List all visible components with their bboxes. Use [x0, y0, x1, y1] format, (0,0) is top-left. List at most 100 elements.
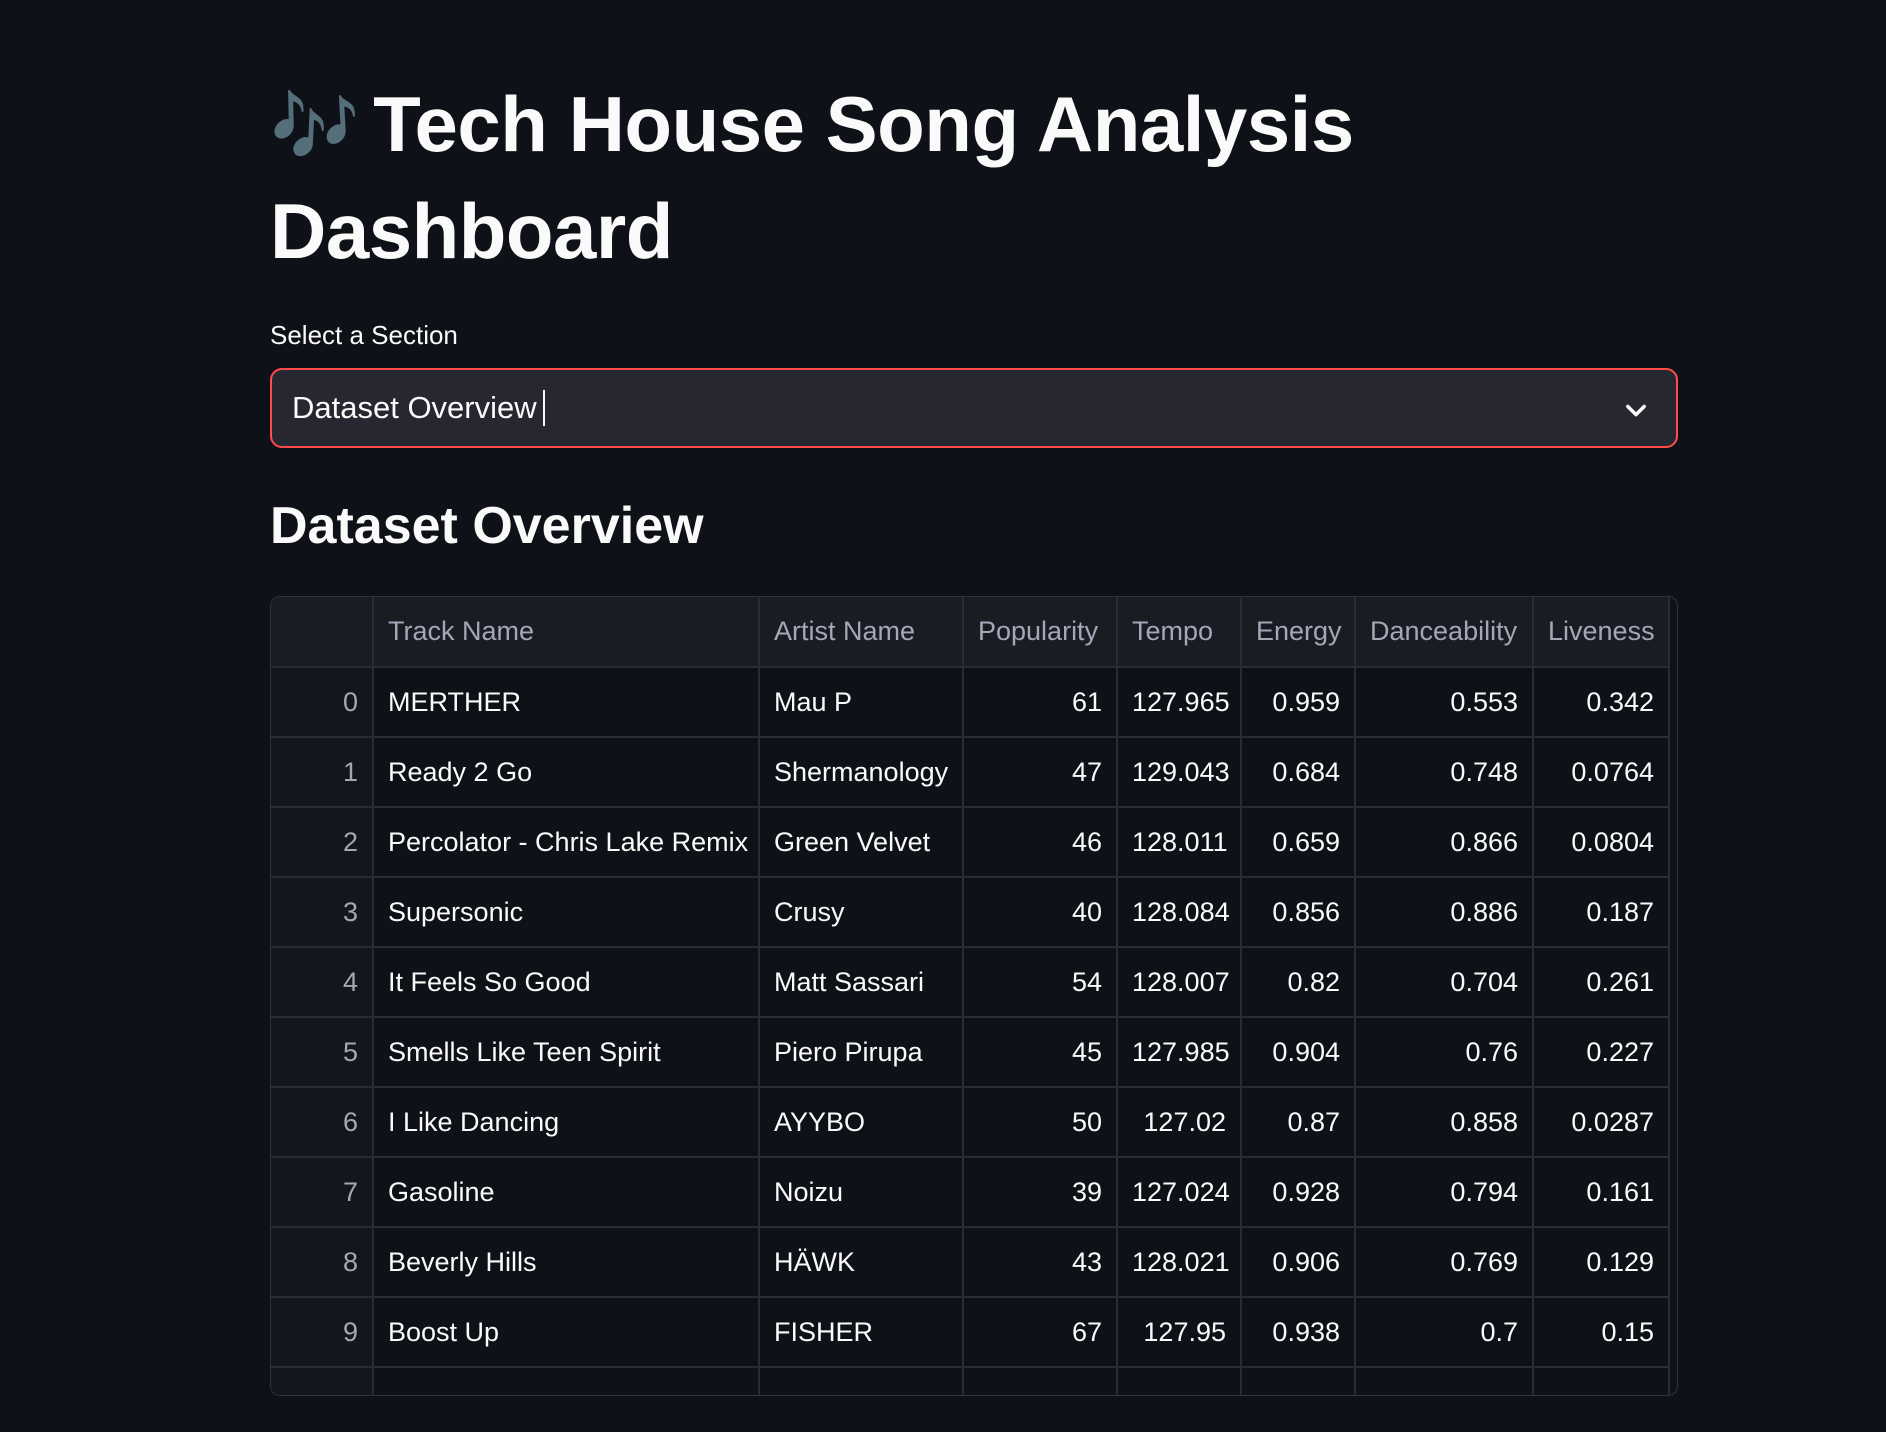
energy-cell[interactable]: 0.906: [1241, 1227, 1356, 1298]
chevron-down-icon[interactable]: [1622, 396, 1650, 424]
popularity-cell[interactable]: 67: [963, 1297, 1118, 1368]
popularity-cell[interactable]: 45: [963, 1017, 1118, 1088]
danceability-cell[interactable]: 0.553: [1355, 667, 1534, 738]
artist-name-cell[interactable]: Crusy: [759, 877, 964, 948]
artist-name-cell[interactable]: AYYBO: [759, 1087, 964, 1158]
popularity-cell[interactable]: 54: [963, 947, 1118, 1018]
danceability-cell[interactable]: 0.794: [1355, 1157, 1534, 1228]
liveness-cell[interactable]: 0.0764: [1533, 737, 1670, 808]
tempo-cell[interactable]: 127.024: [1117, 1157, 1242, 1228]
tempo-cell[interactable]: 128.011: [1117, 807, 1242, 878]
popularity-cell[interactable]: 46: [963, 807, 1118, 878]
table-row[interactable]: 6I Like Dancing AYYBO 50 127.02 0.87 0.858 0.0…: [271, 1087, 1670, 1158]
artist-name-cell[interactable]: Mau P: [759, 667, 964, 738]
row-index-cell[interactable]: 5: [271, 1017, 374, 1088]
dataframe[interactable]: Track Name Artist Name Popularity Tempo …: [270, 596, 1678, 1396]
column-header-popularity[interactable]: Popularity: [963, 597, 1118, 668]
track-name-cell[interactable]: Gasoline: [373, 1157, 760, 1228]
danceability-cell[interactable]: 0.748: [1355, 737, 1534, 808]
artist-name-cell[interactable]: HÄWK: [759, 1227, 964, 1298]
section-select[interactable]: Dataset Overview: [270, 368, 1678, 448]
table-row[interactable]: 7 Gasoline Noizu 39 127.024 0.928 0.794 0.161: [271, 1157, 1670, 1228]
row-index-cell[interactable]: 1: [271, 737, 374, 808]
artist-name-cell[interactable]: FISHER: [759, 1297, 964, 1368]
popularity-cell[interactable]: 50: [963, 1087, 1118, 1158]
column-header-tempo[interactable]: Tempo: [1117, 597, 1242, 668]
danceability-cell[interactable]: 0.886: [1355, 877, 1534, 948]
row-index-cell[interactable]: 0: [271, 667, 374, 738]
table-row[interactable]: 9 Boost Up FISHER 67 127.95 0.938 0.7 0.15: [271, 1297, 1670, 1368]
table-row[interactable]: 2 Percolator - Chris Lake Remix Green Velv…: [271, 807, 1670, 878]
energy-cell[interactable]: 0.856: [1241, 877, 1356, 948]
row-index-cell[interactable]: 3: [271, 877, 374, 948]
table-row[interactable]: 8 Beverly Hills HÄWK 43 128.021 0.906 0.769 0.1…: [271, 1227, 1670, 1298]
track-name-cell[interactable]: Beverly Hills: [373, 1227, 760, 1298]
tempo-cell[interactable]: 128.007: [1117, 947, 1242, 1018]
liveness-cell[interactable]: 0.261: [1533, 947, 1670, 1018]
danceability-cell[interactable]: 0.76: [1355, 1017, 1534, 1088]
table-row[interactable]: 3 Supersonic Crusy 40 128.084 0.856 0.886 0.187: [271, 877, 1670, 948]
column-header-artist-name[interactable]: Artist Name: [759, 597, 964, 668]
liveness-cell[interactable]: 0.342: [1533, 667, 1670, 738]
liveness-cell[interactable]: 0.15: [1533, 1297, 1670, 1368]
table-row[interactable]: 0 MERTHER Mau P 61 127.965 0.959 0.553 0.342: [271, 667, 1670, 738]
energy-cell[interactable]: 0.938: [1241, 1297, 1356, 1368]
column-header-index[interactable]: [271, 597, 374, 668]
energy-cell[interactable]: 0.659: [1241, 807, 1356, 878]
energy-cell[interactable]: 0.904: [1241, 1017, 1356, 1088]
popularity-cell[interactable]: 47: [963, 737, 1118, 808]
energy-cell[interactable]: 0.959: [1241, 667, 1356, 738]
artist-name-cell[interactable]: Green Velvet: [759, 807, 964, 878]
column-header-liveness[interactable]: Liveness: [1533, 597, 1670, 668]
tempo-cell[interactable]: 127.95: [1117, 1297, 1242, 1368]
track-name-cell[interactable]: It Feels So Good: [373, 947, 760, 1018]
liveness-cell[interactable]: 0.161: [1533, 1157, 1670, 1228]
energy-cell[interactable]: 0.87: [1241, 1087, 1356, 1158]
liveness-cell[interactable]: 0.0287: [1533, 1087, 1670, 1158]
danceability-cell[interactable]: 0.704: [1355, 947, 1534, 1018]
tempo-cell[interactable]: 128.021: [1117, 1227, 1242, 1298]
danceability-cell[interactable]: 0.7: [1355, 1297, 1534, 1368]
track-name-cell[interactable]: Boost Up: [373, 1297, 760, 1368]
danceability-cell[interactable]: 0.858: [1355, 1087, 1534, 1158]
row-index-cell[interactable]: 4: [271, 947, 374, 1018]
row-index-cell[interactable]: 9: [271, 1297, 374, 1368]
danceability-cell[interactable]: 0.769: [1355, 1227, 1534, 1298]
artist-name-cell[interactable]: Shermanology: [759, 737, 964, 808]
track-name-cell[interactable]: I Like Dancing: [373, 1087, 760, 1158]
row-index-cell[interactable]: 7: [271, 1157, 374, 1228]
liveness-cell[interactable]: 0.129: [1533, 1227, 1670, 1298]
table-row[interactable]: 1 Ready 2 Go Shermanology 47 129.043 0.684 0.7…: [271, 737, 1670, 808]
track-name-cell[interactable]: Percolator - Chris Lake Remix: [373, 807, 760, 878]
danceability-cell[interactable]: 0.866: [1355, 807, 1534, 878]
artist-name-cell[interactable]: Piero Pirupa: [759, 1017, 964, 1088]
energy-cell[interactable]: 0.82: [1241, 947, 1356, 1018]
tempo-cell[interactable]: 127.02: [1117, 1087, 1242, 1158]
tempo-cell[interactable]: 129.043: [1117, 737, 1242, 808]
tempo-cell[interactable]: 127.985: [1117, 1017, 1242, 1088]
energy-cell[interactable]: 0.928: [1241, 1157, 1356, 1228]
track-name-cell[interactable]: Ready 2 Go: [373, 737, 760, 808]
artist-name-cell[interactable]: Matt Sassari: [759, 947, 964, 1018]
artist-name-cell[interactable]: Noizu: [759, 1157, 964, 1228]
liveness-cell[interactable]: 0.0804: [1533, 807, 1670, 878]
track-name-cell[interactable]: MERTHER: [373, 667, 760, 738]
table-row[interactable]: 5 Smells Like Teen Spirit Piero Pirupa 45 12…: [271, 1017, 1670, 1088]
track-name-cell[interactable]: Smells Like Teen Spirit: [373, 1017, 760, 1088]
section-select-value[interactable]: Dataset Overview: [292, 390, 537, 426]
liveness-cell[interactable]: 0.187: [1533, 877, 1670, 948]
column-header-track-name[interactable]: Track Name: [373, 597, 760, 668]
popularity-cell[interactable]: 39: [963, 1157, 1118, 1228]
column-header-energy[interactable]: Energy: [1241, 597, 1356, 668]
popularity-cell[interactable]: 61: [963, 667, 1118, 738]
popularity-cell[interactable]: 43: [963, 1227, 1118, 1298]
row-index-cell[interactable]: 6: [271, 1087, 374, 1158]
popularity-cell[interactable]: 40: [963, 877, 1118, 948]
row-index-cell[interactable]: 8: [271, 1227, 374, 1298]
column-header-danceability[interactable]: Danceability: [1355, 597, 1534, 668]
tempo-cell[interactable]: 127.965: [1117, 667, 1242, 738]
table-row[interactable]: 4 It Feels So Good Matt Sassari 54 128.007 0.…: [271, 947, 1670, 1018]
tempo-cell[interactable]: 128.084: [1117, 877, 1242, 948]
energy-cell[interactable]: 0.684: [1241, 737, 1356, 808]
liveness-cell[interactable]: 0.227: [1533, 1017, 1670, 1088]
